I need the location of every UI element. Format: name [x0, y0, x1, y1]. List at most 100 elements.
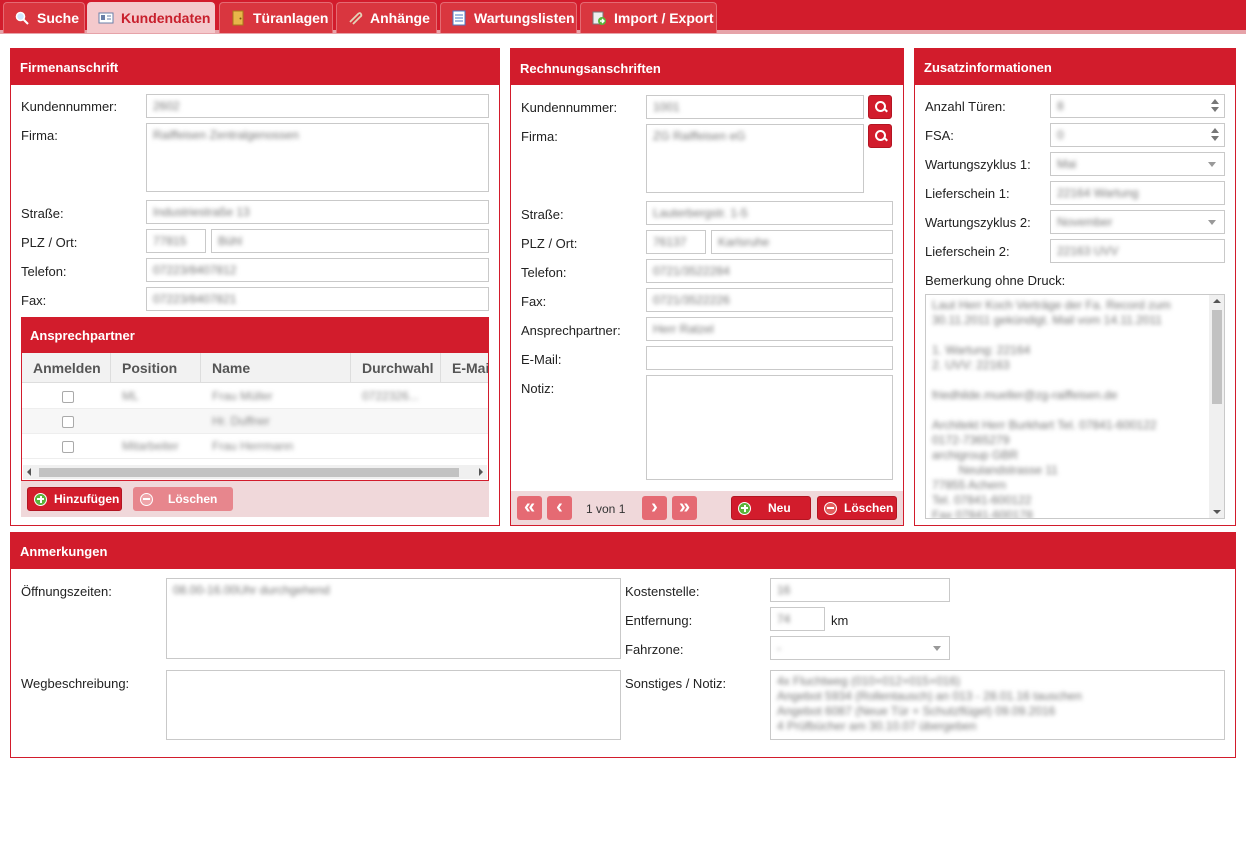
oeffnungszeiten-textarea[interactable]: 08.00-16.00Uhr durchgehend: [166, 578, 621, 659]
pager-text: 1 von 1: [586, 502, 626, 516]
search-firma-button[interactable]: [868, 124, 892, 148]
kostenstelle-field[interactable]: 16: [770, 578, 950, 602]
anmelden-checkbox[interactable]: [62, 391, 74, 403]
rechnung-toolbar: « ‹ 1 von 1 › » Neu Löschen: [511, 491, 903, 525]
column-position[interactable]: Position: [111, 353, 201, 383]
lieferschein2-label: Lieferschein 2:: [925, 244, 1010, 259]
ansprechpartner-field[interactable]: Herr Ratzel: [646, 317, 893, 341]
next-page-button[interactable]: ›: [642, 496, 667, 520]
plz-ort-label: PLZ / Ort:: [521, 236, 578, 251]
tab-label: Wartungslisten: [474, 10, 575, 26]
last-page-button[interactable]: »: [672, 496, 697, 520]
chevron-down-icon: [1208, 162, 1216, 167]
strasse-label: Straße:: [21, 206, 64, 221]
fahrzone-label: Fahrzone:: [625, 642, 684, 657]
row-durchwahl: 0722326...: [362, 389, 419, 403]
tab-anhaenge[interactable]: Anhänge: [336, 2, 437, 33]
fax-field[interactable]: 0721/3522226: [646, 288, 893, 312]
telefon-field[interactable]: 07223/8407812: [146, 258, 489, 282]
table-row[interactable]: ML Frau Müller 0722326...: [22, 384, 488, 409]
table-row[interactable]: Mitarbeiter Frau Herrmann: [22, 434, 488, 459]
ort-field[interactable]: Karlsruhe: [711, 230, 893, 254]
hinzufuegen-button[interactable]: Hinzufügen: [27, 487, 122, 511]
scroll-down-icon[interactable]: [1213, 510, 1221, 514]
tab-wartungslisten[interactable]: Wartungslisten: [440, 2, 577, 33]
magnifier-icon: [14, 10, 30, 26]
wartungszyklus1-select[interactable]: Mai: [1050, 152, 1225, 176]
fahrzone-select[interactable]: -: [770, 636, 950, 660]
prev-page-button[interactable]: ‹: [547, 496, 572, 520]
spinner-arrows-icon[interactable]: [1211, 127, 1219, 143]
import-export-icon: [591, 10, 607, 26]
horizontal-scrollbar[interactable]: [23, 465, 487, 479]
panel-title: Firmenanschrift: [11, 49, 499, 85]
spinner-arrows-icon[interactable]: [1211, 98, 1219, 114]
wartungszyklus2-label: Wartungszyklus 2:: [925, 215, 1031, 230]
tab-kundendaten[interactable]: Kundendaten: [87, 2, 215, 33]
chevron-down-icon: [933, 646, 941, 651]
tab-suche[interactable]: Suche: [3, 2, 85, 33]
fax-field[interactable]: 07223/8407821: [146, 287, 489, 311]
vertical-scrollbar[interactable]: [1209, 295, 1224, 518]
kundennummer-label: Kundennummer:: [21, 99, 118, 114]
door-icon: [230, 10, 246, 26]
strasse-field[interactable]: Industriestraße 13: [146, 200, 489, 224]
button-label: Hinzufügen: [54, 492, 120, 506]
search-kundennummer-button[interactable]: [868, 95, 892, 119]
strasse-field[interactable]: Lauterbergstr. 1-5: [646, 201, 893, 225]
main-tab-bar: Suche Kundendaten Türanlagen Anhänge War…: [0, 0, 1246, 34]
firma-label: Firma:: [521, 129, 558, 144]
column-durchwahl[interactable]: Durchwahl: [351, 353, 441, 383]
first-page-button[interactable]: «: [517, 496, 542, 520]
fsa-stepper[interactable]: 0: [1050, 123, 1225, 147]
panel-title: Anmerkungen: [11, 533, 1235, 569]
neu-button[interactable]: Neu: [731, 496, 811, 520]
lieferschein2-field[interactable]: 22163 UVV: [1050, 239, 1225, 263]
row-name: Frau Müller: [212, 389, 273, 403]
tab-import-export[interactable]: Import / Export: [580, 2, 717, 33]
tab-tueranlagen[interactable]: Türanlagen: [219, 2, 333, 33]
loeschen-button[interactable]: Löschen: [817, 496, 897, 520]
firma-field[interactable]: ZG Raiffeisen eG: [646, 124, 864, 193]
plz-field[interactable]: 76137: [646, 230, 706, 254]
scroll-right-icon[interactable]: [479, 468, 483, 476]
sonstiges-textarea[interactable]: 4x Fluchtweg (010+012+015+016) Angebot 5…: [770, 670, 1225, 740]
anmelden-checkbox[interactable]: [62, 416, 74, 428]
kundennummer-field[interactable]: 2602: [146, 94, 489, 118]
telefon-field[interactable]: 0721/3522284: [646, 259, 893, 283]
notiz-field[interactable]: [646, 375, 893, 480]
scroll-left-icon[interactable]: [27, 468, 31, 476]
entfernung-field[interactable]: 74: [770, 607, 825, 631]
plz-field[interactable]: 77815: [146, 229, 206, 253]
zusatzinformationen-panel: Zusatzinformationen Anzahl Türen: 8 FSA:…: [914, 48, 1236, 526]
lieferschein1-label: Lieferschein 1:: [925, 186, 1010, 201]
firma-field[interactable]: Raiffeisen Zentralgenossen: [146, 123, 489, 192]
oeffnungszeiten-label: Öffnungszeiten:: [21, 584, 112, 599]
column-email[interactable]: E-Mai: [441, 353, 488, 383]
paperclip-icon: [347, 10, 363, 26]
lieferschein1-field[interactable]: 22164 Wartung: [1050, 181, 1225, 205]
scroll-thumb[interactable]: [39, 468, 459, 477]
scroll-up-icon[interactable]: [1213, 299, 1221, 303]
anmerkungen-panel: Anmerkungen Öffnungszeiten: 08.00-16.00U…: [10, 532, 1236, 758]
rechnungsanschriften-panel: Rechnungsanschriften Kundennummer: 1001 …: [510, 48, 904, 526]
anzahl-tueren-stepper[interactable]: 8: [1050, 94, 1225, 118]
wartungszyklus2-select[interactable]: November: [1050, 210, 1225, 234]
column-name[interactable]: Name: [201, 353, 351, 383]
kundennummer-field[interactable]: 1001: [646, 95, 864, 119]
panel-title: Zusatzinformationen: [915, 49, 1235, 85]
sonstiges-label: Sonstiges / Notiz:: [625, 676, 727, 691]
entfernung-label: Entfernung:: [625, 613, 693, 628]
table-row[interactable]: Hr. Duffner: [22, 409, 488, 434]
loeschen-button[interactable]: Löschen: [133, 487, 233, 511]
chevron-down-icon: [1208, 220, 1216, 225]
ort-field[interactable]: Bühl: [211, 229, 489, 253]
tab-label: Suche: [37, 10, 80, 26]
telefon-label: Telefon:: [521, 265, 567, 280]
email-field[interactable]: [646, 346, 893, 370]
anmelden-checkbox[interactable]: [62, 441, 74, 453]
column-anmelden[interactable]: Anmelden: [22, 353, 111, 383]
scroll-thumb[interactable]: [1212, 310, 1222, 404]
bemerkung-textarea[interactable]: Laut Herr Koch Verträge der Fa. Record z…: [925, 294, 1225, 519]
wegbeschreibung-textarea[interactable]: [166, 670, 621, 740]
